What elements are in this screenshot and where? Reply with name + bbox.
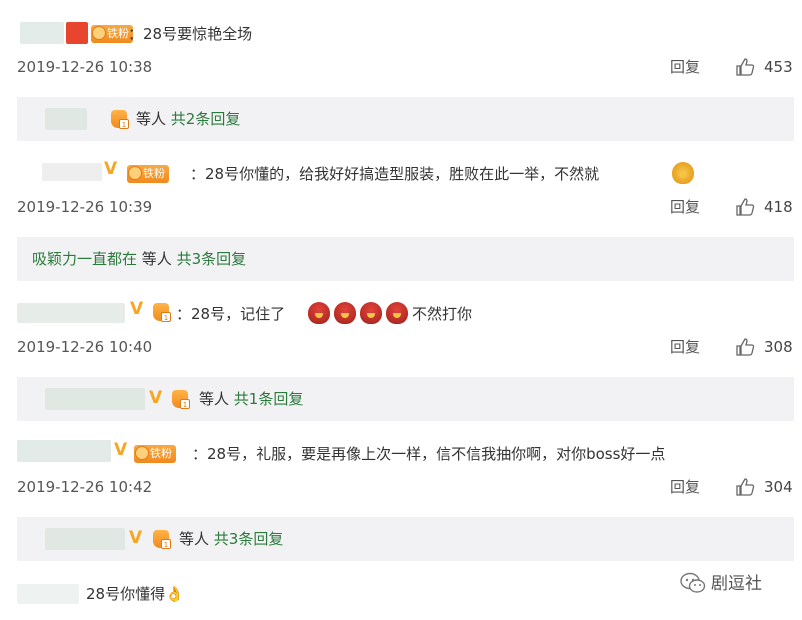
reply-button[interactable]: 回复 (670, 477, 700, 497)
comment-date: 2019-12-26 10:38 (17, 58, 153, 76)
reply-count-link[interactable]: 共3条回复 (214, 530, 284, 548)
reply-summary-bar[interactable]: V 1 等人 共1条回复 (17, 377, 794, 421)
avatar-username-blurred[interactable] (17, 440, 111, 462)
thumbs-up-icon[interactable] (735, 477, 755, 497)
wechat-icon (680, 572, 706, 593)
thumbs-up-icon[interactable] (735, 57, 755, 77)
like-count: 304 (764, 478, 793, 496)
verified-v-icon: V (104, 159, 118, 179)
comment-text: ：28号，记住了 (176, 305, 286, 323)
reply-summary-bar[interactable]: V 1 等人 共3条回复 (17, 517, 794, 561)
comment-text: 28号你懂得👌 (86, 585, 184, 603)
avatar-username-blurred[interactable] (17, 303, 125, 323)
reply-bar-others: 等人 (136, 110, 167, 128)
reply-bar-others: 等人 (141, 250, 172, 268)
angry-bird-emoji (308, 302, 330, 324)
watermark-text: 剧逗社 (711, 574, 762, 594)
comment-date: 2019-12-26 10:40 (17, 338, 153, 356)
angry-bird-emoji (360, 302, 382, 324)
verified-v-icon: V (114, 440, 128, 460)
fan-badge: 铁粉 (134, 445, 176, 463)
vip-shield-icon: 1 (151, 529, 171, 549)
reply-summary-bar[interactable]: 1 等人 共2条回复 (17, 97, 794, 141)
angry-bird-emoji (334, 302, 356, 324)
reply-count-link[interactable]: 共3条回复 (177, 250, 247, 268)
reply-button[interactable]: 回复 (670, 197, 700, 217)
avatar-username-blurred[interactable] (17, 584, 79, 604)
reply-button[interactable]: 回复 (670, 337, 700, 357)
vip-shield-icon: 1 (151, 302, 171, 322)
thumbs-up-icon[interactable] (735, 197, 755, 217)
like-count: 453 (764, 58, 793, 76)
angry-bird-emoji (386, 302, 408, 324)
vip-shield-icon: 1 (170, 389, 190, 409)
avatar-username-blurred (45, 108, 87, 130)
reply-button[interactable]: 回复 (670, 57, 700, 77)
avatar-username-blurred[interactable] (42, 163, 102, 181)
watermark: 剧逗社 (679, 572, 762, 596)
verified-v-icon: V (130, 299, 144, 319)
avatar-username-blurred (45, 388, 145, 410)
avatar-username-blurred (66, 22, 88, 44)
reply-bar-others: 等人 (179, 530, 210, 548)
like-count: 308 (764, 338, 793, 356)
comment-text: ：28号你懂的，给我好好搞造型服装，胜败在此一举，不然就 (190, 165, 600, 183)
thumbs-up-icon[interactable] (735, 337, 755, 357)
reply-bar-user[interactable]: 吸颖力一直都在 (32, 250, 137, 268)
avatar-username-blurred[interactable] (20, 22, 64, 44)
reply-count-link[interactable]: 共1条回复 (234, 390, 304, 408)
vip-shield-icon: 1 (109, 109, 129, 129)
fan-badge: 铁粉 (127, 165, 169, 183)
comment-text-tail: 不然打你 (412, 305, 473, 323)
reply-bar-others: 等人 (199, 390, 230, 408)
comment-text: ：28号要惊艳全场 (128, 25, 253, 43)
hammer-emoji (672, 162, 694, 184)
fan-badge: 铁粉 (91, 25, 133, 43)
comment-date: 2019-12-26 10:42 (17, 478, 153, 496)
like-count: 418 (764, 198, 793, 216)
verified-v-icon: V (129, 528, 143, 548)
comment-date: 2019-12-26 10:39 (17, 198, 153, 216)
reply-count-link[interactable]: 共2条回复 (171, 110, 241, 128)
reply-summary-bar[interactable]: 吸颖力一直都在 等人 共3条回复 (17, 237, 794, 281)
comment-text: ：28号，礼服，要是再像上次一样，信不信我抽你啊，对你boss好一点 (192, 445, 666, 463)
avatar-username-blurred (45, 528, 125, 550)
verified-v-icon: V (149, 388, 163, 408)
